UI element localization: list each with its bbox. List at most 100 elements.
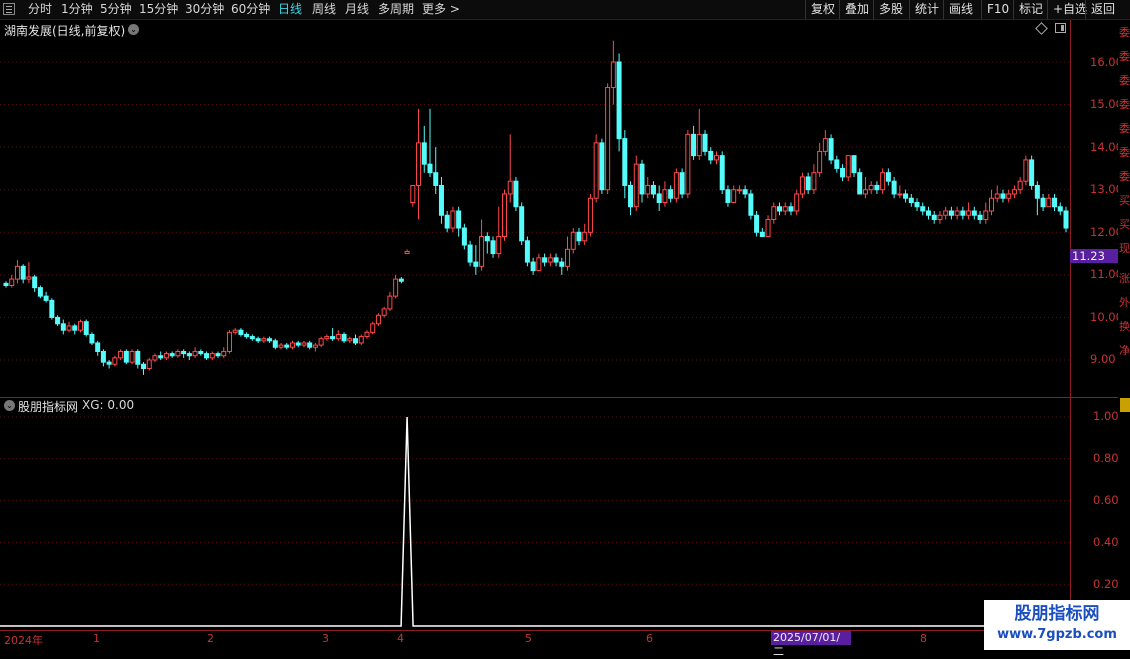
candle-body [347,338,353,342]
indicator-tick: 0.80 [1093,451,1119,465]
candle-body [364,331,370,338]
candle-body [123,350,129,363]
x-axis-label: 8 [920,632,927,645]
candle-body [736,189,742,192]
candle-body [118,350,124,359]
candle-body [444,214,450,229]
candle-body [691,133,697,157]
candle-body [954,210,960,216]
candle-body [605,87,611,191]
side-label: 委 [1119,146,1130,159]
candle-body [891,180,897,195]
side-label: 委 [1119,170,1130,183]
indicator-tick: 0.20 [1093,577,1119,591]
candle-body [668,189,674,199]
candle-body [186,353,192,357]
candle-body [479,236,485,267]
candle-body [1052,197,1058,208]
candle-body [158,355,164,359]
side-label: 外 [1119,296,1130,309]
candle-body [307,342,313,348]
candle-body [163,353,169,359]
candle-body [289,342,295,348]
side-label: 委 [1119,74,1130,87]
candle-body [1006,193,1012,199]
candle-body [89,333,95,344]
candle-body [404,250,410,255]
candle-body [221,350,227,357]
side-label: 涨 [1119,272,1130,285]
candle-body [255,338,261,342]
indicator-tick: 1.00 [1093,409,1119,423]
candle-body [1057,206,1063,212]
candle-body [862,189,868,195]
candle-body [496,236,502,255]
candle-body [330,336,336,340]
candle-body [146,359,152,370]
candle-body [925,210,931,216]
candle-body [450,210,456,229]
candle-body [72,325,78,331]
candle-body [977,214,983,221]
candle-body [238,329,244,335]
candle-body [650,184,656,195]
candle-body [662,189,668,203]
candle-body [169,353,175,357]
indicator-tick: 0.40 [1093,535,1119,549]
candle-body [931,214,937,221]
candle-body [43,295,49,301]
candle-body [570,231,576,250]
candle-body [433,172,439,186]
x-axis-label: 4 [397,632,404,645]
side-flag-icon [1120,398,1130,412]
candle-body [834,159,840,169]
candle-body [937,214,943,221]
candle-body [553,257,559,263]
candle-body [576,231,582,242]
candle-body [1000,193,1006,199]
candle-body [685,133,691,195]
candle-body [857,172,863,195]
candle-body [398,278,404,282]
candle-body [748,193,754,216]
candle-body [181,350,187,355]
candle-body [811,172,817,191]
candle-body [530,261,536,272]
candle-body [513,180,519,208]
candle-body [341,333,347,342]
candle-body [507,180,513,195]
candle-body [966,210,972,216]
candle-body [324,336,330,340]
x-axis-label: 1 [93,632,100,645]
candle-body [593,142,599,199]
candle-body [106,361,112,365]
candle-body [461,227,467,246]
candle-body [135,350,141,365]
candle-body [427,163,433,174]
candle-body [524,240,530,263]
candle-body [914,201,920,208]
candle-body [903,193,909,199]
candle-body [3,282,9,286]
candle-body [358,336,364,344]
candle-body [983,210,989,221]
candle-body [880,172,886,191]
candle-body [989,197,995,212]
candle-body [622,138,628,186]
indicator-title: 股朋指标网 [18,400,79,414]
cursor-date-tag: 2025/07/01/二 [771,631,851,658]
candle-body [95,342,101,352]
candle-body [702,133,708,152]
candle-body [908,197,914,203]
candle-body [1063,210,1069,229]
candle-body [799,176,805,195]
candle-body [1040,197,1046,208]
candle-body [948,210,954,216]
candle-body [828,138,834,161]
candle-body [897,193,903,196]
chevron-down-icon[interactable]: ⌄ [4,400,15,411]
candle-body [971,210,977,216]
candle-body [312,344,318,348]
candle-body [708,150,714,161]
side-label: 净 [1119,344,1130,357]
